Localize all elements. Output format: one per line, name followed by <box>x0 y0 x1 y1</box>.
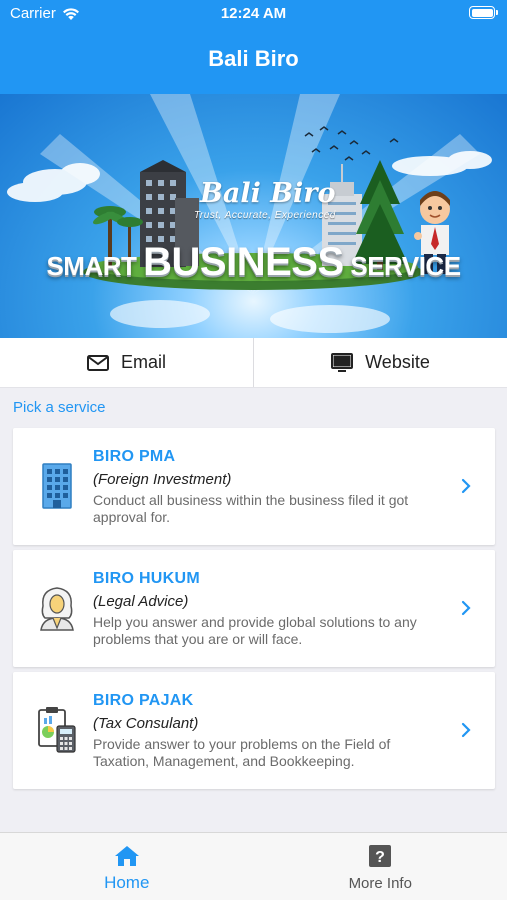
hero-banner: Bali Biro Trust, Accurate, Experienced S… <box>0 94 507 338</box>
monitor-icon <box>331 352 354 372</box>
headline-service: SERVICE <box>350 251 461 281</box>
service-card-biro-pajak[interactable]: BIRO PAJAK (Tax Consulant) Provide answe… <box>13 672 495 789</box>
lawyer-icon <box>40 587 74 631</box>
status-bar: Carrier 12:24 AM <box>0 0 507 28</box>
contact-actions: Email Website <box>0 338 507 388</box>
banner-logo: Bali Biro <box>200 178 336 209</box>
office-building-icon <box>42 463 72 509</box>
tab-home-label: Home <box>104 873 150 892</box>
service-description: Provide answer to your problems on the F… <box>93 736 391 769</box>
app-header: Carrier 12:24 AM Bali Biro <box>0 0 507 94</box>
headline-smart: SMART <box>46 251 137 281</box>
page-title: Bali Biro <box>208 46 299 71</box>
banner-tagline: Trust, Accurate, Experienced <box>194 210 336 221</box>
email-button[interactable]: Email <box>0 338 253 387</box>
app-screen: Carrier 12:24 AM Bali Biro Bali Biro Tru… <box>0 0 507 900</box>
service-description: Help you answer and provide global solut… <box>93 614 417 647</box>
service-subtitle: (Legal Advice) <box>93 593 189 610</box>
envelope-icon <box>86 354 109 371</box>
service-card-biro-hukum[interactable]: BIRO HUKUM (Legal Advice) Help you answe… <box>13 550 495 667</box>
chevron-right-icon <box>461 478 471 494</box>
headline-business: BUSINESS <box>143 240 344 284</box>
tab-bar: Home ? More Info <box>0 832 507 900</box>
tab-more-info-label: More Info <box>348 875 412 892</box>
service-card-biro-pma[interactable]: BIRO PMA (Foreign Investment) Conduct al… <box>13 428 495 545</box>
section-label: Pick a service <box>13 399 106 416</box>
svg-text:?: ? <box>375 849 385 866</box>
chevron-right-icon <box>461 600 471 616</box>
calculator-clipboard-icon <box>38 707 76 753</box>
service-title: BIRO PMA <box>93 448 176 465</box>
website-label: Website <box>365 352 430 372</box>
website-button[interactable]: Website <box>253 338 507 387</box>
service-subtitle: (Foreign Investment) <box>93 471 232 488</box>
service-title: BIRO PAJAK <box>93 692 194 709</box>
service-subtitle: (Tax Consulant) <box>93 715 199 732</box>
status-time: 12:24 AM <box>220 5 287 22</box>
battery-icon <box>469 6 498 19</box>
question-icon: ? <box>369 845 392 867</box>
home-icon <box>114 846 139 866</box>
chevron-right-icon <box>461 722 471 738</box>
service-description: Conduct all business within the business… <box>93 492 409 525</box>
tab-home[interactable]: Home <box>0 833 254 900</box>
service-title: BIRO HUKUM <box>93 570 200 587</box>
banner-headline: SMART BUSINESS SERVICE <box>0 240 507 285</box>
email-label: Email <box>120 352 166 372</box>
tab-more-info[interactable]: ? More Info <box>254 833 507 900</box>
